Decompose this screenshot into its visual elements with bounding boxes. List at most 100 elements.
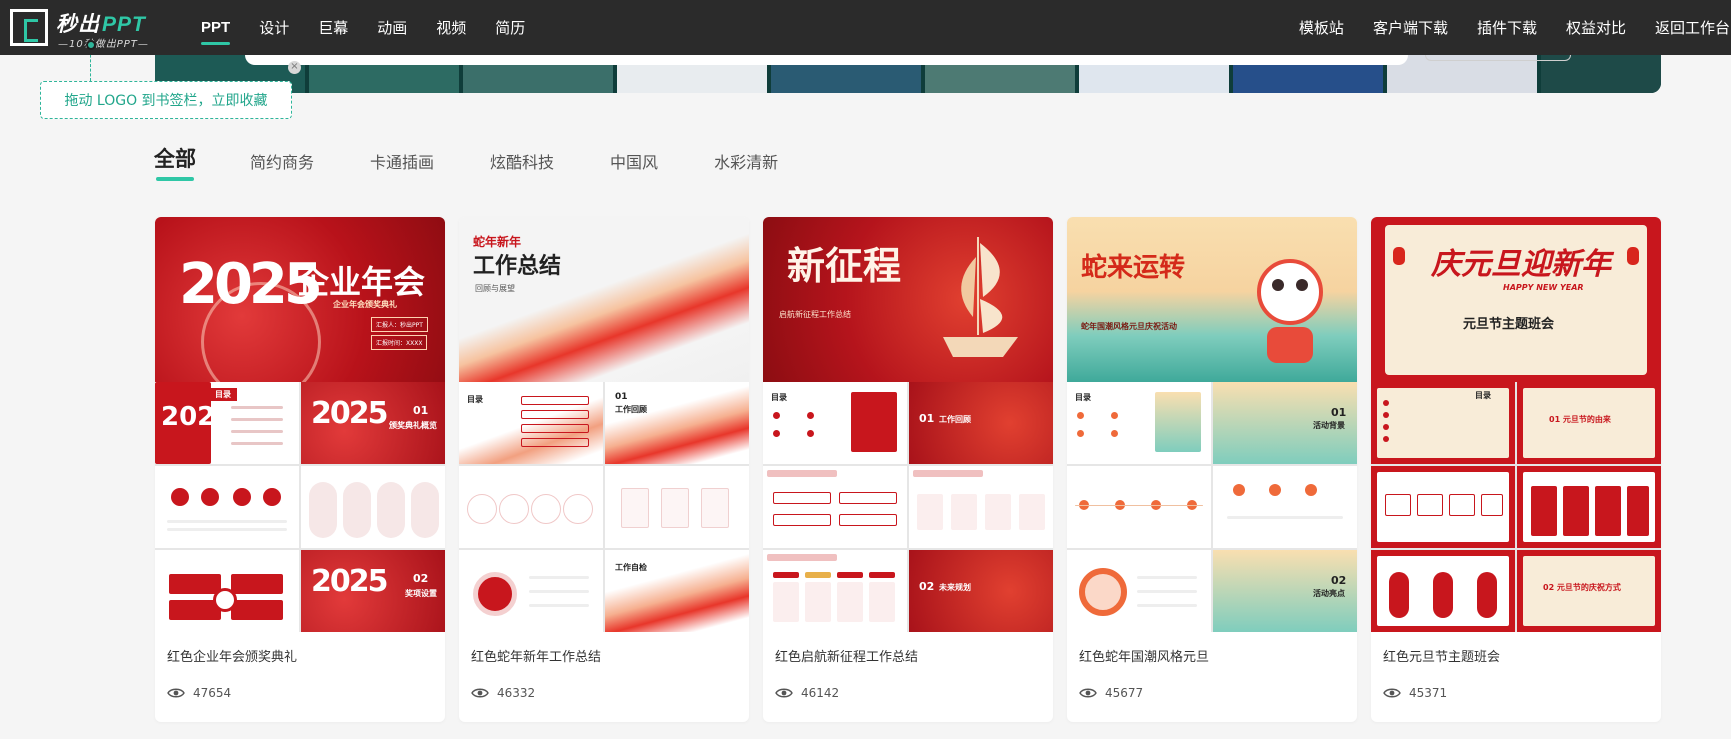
nav-design[interactable]: 设计 bbox=[259, 17, 289, 38]
nav-animation[interactable]: 动画 bbox=[377, 17, 407, 38]
view-count-value: 47654 bbox=[193, 686, 232, 700]
cover-english: HAPPY NEW YEAR bbox=[1503, 283, 1584, 292]
view-count: 46142 bbox=[775, 686, 839, 700]
content-slide bbox=[1371, 550, 1515, 632]
template-card[interactable]: 蛇来运转 蛇年国潮风格元旦庆祝活动 目录 01 活动背景 02 活动亮点 红色蛇… bbox=[1067, 217, 1357, 722]
template-title[interactable]: 红色元旦节主题班会 bbox=[1383, 646, 1500, 665]
eye-icon bbox=[471, 688, 489, 698]
cover-subheading: 元旦节主题班会 bbox=[1463, 317, 1555, 332]
section-slide: 2025 01 颁奖典礼概览 bbox=[301, 382, 445, 464]
template-preview[interactable]: 蛇来运转 蛇年国潮风格元旦庆祝活动 目录 01 活动背景 02 活动亮点 bbox=[1067, 217, 1357, 632]
cover-slide: 蛇来运转 蛇年国潮风格元旦庆祝活动 bbox=[1067, 217, 1357, 382]
section-slide: 2025 02 奖项设置 bbox=[301, 550, 445, 632]
cover-slide: 蛇年新年 工作总结 回顾与展望 bbox=[459, 217, 749, 382]
nav-resume[interactable]: 简历 bbox=[495, 17, 525, 38]
view-count: 45371 bbox=[1383, 686, 1447, 700]
eye-icon bbox=[1383, 688, 1401, 698]
view-count: 46332 bbox=[471, 686, 535, 700]
template-card[interactable]: 庆元旦迎新年 HAPPY NEW YEAR 元旦节主题班会 目录 01 元旦节的… bbox=[1371, 217, 1661, 722]
cover-subheading: 企业年会颁奖典礼 bbox=[333, 300, 397, 309]
tab-watercolor-fresh[interactable]: 水彩清新 bbox=[714, 149, 778, 173]
cover-heading: 工作总结 bbox=[473, 254, 562, 279]
nav-benefits-compare[interactable]: 权益对比 bbox=[1566, 17, 1626, 38]
template-preview[interactable]: 蛇年新年 工作总结 回顾与展望 目录 01 工作回顾 工作自检 bbox=[459, 217, 749, 632]
eye-icon bbox=[167, 688, 185, 698]
close-tip-icon[interactable]: × bbox=[288, 61, 301, 74]
search-bar[interactable] bbox=[245, 55, 1408, 65]
content-slide bbox=[763, 466, 907, 548]
cover-heading: 蛇来运转 bbox=[1081, 253, 1186, 283]
tab-all[interactable]: 全部 bbox=[154, 143, 196, 181]
slide-thumbnails: 目录 01 工作回顾 bbox=[459, 382, 749, 632]
eye-icon bbox=[1079, 688, 1097, 698]
tab-cool-tech[interactable]: 炫酷科技 bbox=[490, 149, 554, 173]
template-title[interactable]: 红色蛇年国潮风格元旦 bbox=[1079, 646, 1209, 665]
toc-slide: 目录 bbox=[459, 382, 603, 464]
template-card[interactable]: 2025 企业年会 企业年会颁奖典礼 汇报人：秒出PPT 汇报时间：XXXX 2… bbox=[155, 217, 445, 722]
nav-back-to-workspace[interactable]: 返回工作台 bbox=[1655, 17, 1730, 38]
bookmark-tip: 拖动 LOGO 到书签栏，立即收藏 bbox=[40, 81, 292, 119]
logo-icon bbox=[10, 9, 48, 46]
template-preview[interactable]: 新征程 启航新征程工作总结 目录 01 工作回顾 02 未来规划 bbox=[763, 217, 1053, 632]
nav-client-download[interactable]: 客户端下载 bbox=[1373, 17, 1448, 38]
template-preview[interactable]: 庆元旦迎新年 HAPPY NEW YEAR 元旦节主题班会 目录 01 元旦节的… bbox=[1371, 217, 1661, 632]
tip-anchor-icon bbox=[86, 40, 96, 50]
eye-icon bbox=[775, 688, 793, 698]
view-count-value: 46332 bbox=[497, 686, 536, 700]
content-slide bbox=[459, 550, 603, 632]
tab-cartoon-illustration[interactable]: 卡通插画 bbox=[370, 149, 434, 173]
nav-video[interactable]: 视频 bbox=[436, 17, 466, 38]
template-card[interactable]: 蛇年新年 工作总结 回顾与展望 目录 01 工作回顾 工作自检 红色蛇年新年工作… bbox=[459, 217, 749, 722]
view-count-value: 45371 bbox=[1409, 686, 1448, 700]
view-count-value: 45677 bbox=[1105, 686, 1144, 700]
content-slide bbox=[155, 550, 299, 632]
logo-subtitle: —10秒做出PPT— bbox=[58, 39, 149, 50]
toc-slide: 目录 bbox=[1067, 382, 1211, 464]
logo-title: 秒出PPT bbox=[56, 12, 146, 36]
utility-nav: 模板站 客户端下载 插件下载 权益对比 返回工作台 bbox=[1270, 0, 1730, 55]
content-slide bbox=[459, 466, 603, 548]
view-count-value: 46142 bbox=[801, 686, 840, 700]
lantern-icon bbox=[1393, 247, 1405, 265]
nav-giant-screen[interactable]: 巨幕 bbox=[318, 17, 348, 38]
lion-mascot-icon bbox=[1257, 259, 1323, 325]
section-slide: 01 元旦节的由来 bbox=[1517, 382, 1661, 464]
template-card[interactable]: 新征程 启航新征程工作总结 目录 01 工作回顾 02 未来规划 红色启航新征程… bbox=[763, 217, 1053, 722]
template-title[interactable]: 红色启航新征程工作总结 bbox=[775, 646, 918, 665]
cover-subheading: 蛇年国潮风格元旦庆祝活动 bbox=[1081, 322, 1177, 331]
content-slide bbox=[301, 466, 445, 548]
content-slide bbox=[605, 466, 749, 548]
view-count: 47654 bbox=[167, 686, 231, 700]
template-title[interactable]: 红色蛇年新年工作总结 bbox=[471, 646, 601, 665]
search-button[interactable] bbox=[1425, 55, 1571, 61]
top-navbar: 秒出PPT —10秒做出PPT— PPT 设计 巨幕 动画 视频 简历 模板站 … bbox=[0, 0, 1731, 55]
template-title[interactable]: 红色企业年会颁奖典礼 bbox=[167, 646, 297, 665]
cover-slide: 2025 企业年会 企业年会颁奖典礼 汇报人：秒出PPT 汇报时间：XXXX bbox=[155, 217, 445, 382]
nav-plugin-download[interactable]: 插件下载 bbox=[1477, 17, 1537, 38]
content-slide bbox=[1067, 550, 1211, 632]
slide-thumbnails: 目录 01 活动背景 02 活动亮点 bbox=[1067, 382, 1357, 632]
content-slide bbox=[1517, 466, 1661, 548]
tab-chinese-style[interactable]: 中国风 bbox=[610, 149, 658, 173]
category-tabs: 全部 简约商务 卡通插画 炫酷科技 中国风 水彩清新 bbox=[154, 143, 834, 181]
cover-field: 汇报时间：XXXX bbox=[371, 335, 428, 350]
content-slide bbox=[1213, 466, 1357, 548]
section-slide: 01 工作回顾 bbox=[605, 382, 749, 464]
lantern-icon bbox=[1627, 247, 1639, 265]
cover-heading: 企业年会 bbox=[297, 263, 426, 301]
toc-slide: 目录 bbox=[1371, 382, 1515, 464]
slide-thumbnails: 目录 01 元旦节的由来 02 元旦节的庆祝方式 bbox=[1371, 382, 1661, 632]
cover-heading: 庆元旦迎新年 bbox=[1431, 247, 1611, 282]
content-slide bbox=[155, 466, 299, 548]
nav-ppt[interactable]: PPT bbox=[201, 19, 231, 45]
toc-slide: 2025 目录 bbox=[155, 382, 299, 464]
section-slide: 01 活动背景 bbox=[1213, 382, 1357, 464]
cover-heading: 新征程 bbox=[787, 243, 902, 288]
section-slide: 02 活动亮点 bbox=[1213, 550, 1357, 632]
template-preview[interactable]: 2025 企业年会 企业年会颁奖典礼 汇报人：秒出PPT 汇报时间：XXXX 2… bbox=[155, 217, 445, 632]
section-slide: 02 元旦节的庆祝方式 bbox=[1517, 550, 1661, 632]
nav-template-site[interactable]: 模板站 bbox=[1299, 17, 1344, 38]
content-slide bbox=[1067, 466, 1211, 548]
tab-simple-business[interactable]: 简约商务 bbox=[250, 149, 314, 173]
content-slide bbox=[909, 466, 1053, 548]
